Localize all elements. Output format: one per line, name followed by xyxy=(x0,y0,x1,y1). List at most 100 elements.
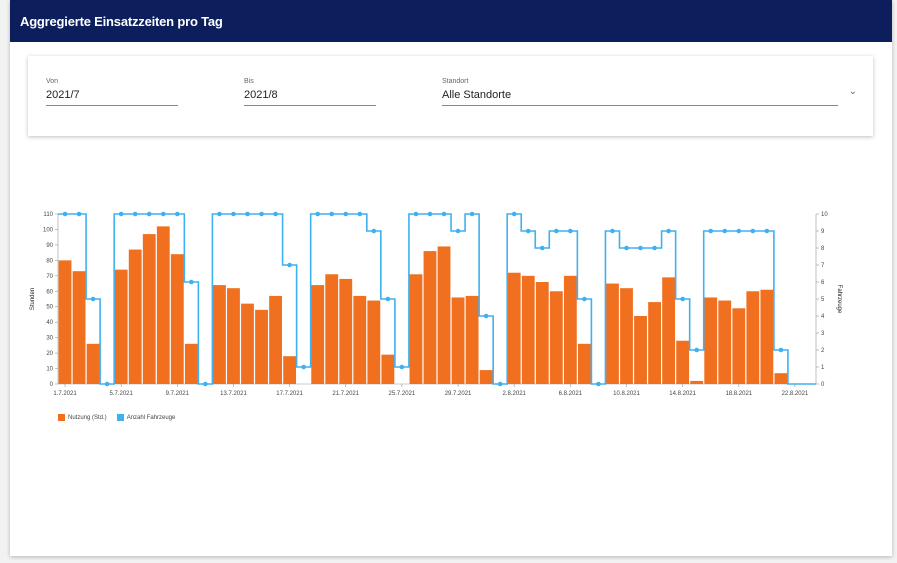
y-right-axis-title: Fahrzeuge xyxy=(836,285,842,314)
bar-usage xyxy=(690,380,704,384)
x-tick-label: 25.7.2021 xyxy=(389,391,416,397)
point-vehicles xyxy=(652,245,657,251)
point-vehicles xyxy=(638,245,643,251)
y-right-tick-label: 0 xyxy=(821,382,825,388)
y-right-tick-label: 5 xyxy=(821,297,825,303)
point-vehicles xyxy=(413,211,419,217)
bar-usage xyxy=(367,300,381,384)
y-right-tick-label: 6 xyxy=(821,280,825,286)
point-vehicles xyxy=(427,211,433,217)
y-left-tick-label: 20 xyxy=(46,351,53,357)
point-vehicles xyxy=(666,228,671,234)
x-tick-label: 6.8.2021 xyxy=(559,391,583,397)
bar-usage xyxy=(423,251,437,384)
y-right-tick-label: 9 xyxy=(821,229,825,235)
x-tick-label: 14.8.2021 xyxy=(669,391,696,397)
point-vehicles xyxy=(497,381,503,387)
point-vehicles xyxy=(778,347,784,353)
bar-usage xyxy=(255,309,268,384)
x-tick-label: 21.7.2021 xyxy=(332,391,359,397)
bar-usage xyxy=(662,277,676,384)
bar-usage xyxy=(535,282,549,384)
point-vehicles xyxy=(160,211,166,217)
legend-label-usage: Nutzung (Std.) xyxy=(68,414,107,421)
point-vehicles xyxy=(554,228,559,234)
y-left-axis-title: Stunden xyxy=(30,288,36,310)
y-right-tick-label: 8 xyxy=(821,246,825,252)
y-right-tick-label: 2 xyxy=(821,348,825,354)
point-vehicles xyxy=(76,211,82,217)
y-right-tick-label: 7 xyxy=(821,263,825,269)
y-left-tick-label: 50 xyxy=(46,305,53,311)
x-tick-label: 2.8.2021 xyxy=(503,391,527,397)
bar-usage xyxy=(437,246,451,384)
bar-usage xyxy=(774,373,788,384)
y-left-tick-label: 80 xyxy=(46,258,53,264)
point-vehicles xyxy=(62,211,68,217)
point-vehicles xyxy=(624,245,629,251)
bar-usage xyxy=(325,274,339,384)
y-left-tick-label: 10 xyxy=(46,367,53,373)
legend-label-vehicles: Anzahl Fahrzeuge xyxy=(126,414,176,421)
usage-chart: 0 10 20 30 40 50 60 70 80 90 100 110 0 1 2 3 4 5 6 7 8 9 10 Stu… xyxy=(30,211,842,397)
bar-usage xyxy=(521,275,535,384)
bar-usage xyxy=(704,297,718,384)
y-right-tick-label: 3 xyxy=(821,331,825,337)
point-vehicles xyxy=(385,296,391,302)
bar-usage xyxy=(128,249,142,384)
point-vehicles xyxy=(175,211,180,217)
x-tick-label: 10.8.2021 xyxy=(613,391,640,397)
bar-usage xyxy=(746,291,760,384)
point-vehicles xyxy=(146,211,152,217)
bar-usage xyxy=(283,356,297,384)
bar-usage xyxy=(156,226,170,384)
point-vehicles xyxy=(287,262,292,268)
bar-usage xyxy=(114,269,128,384)
bar-usage xyxy=(170,254,184,384)
point-vehicles xyxy=(90,296,96,302)
legend-item-usage[interactable]: Nutzung (Std.) xyxy=(58,414,107,421)
point-vehicles xyxy=(455,228,461,234)
point-vehicles xyxy=(301,364,306,370)
bar-usage xyxy=(72,271,86,384)
y-right-tick-label: 1 xyxy=(821,365,825,371)
point-vehicles xyxy=(315,211,320,217)
bar-usage xyxy=(479,370,493,384)
x-tick-label: 5.7.2021 xyxy=(109,391,133,397)
point-vehicles xyxy=(680,296,685,302)
bar-usage xyxy=(620,288,633,384)
x-tick-label: 1.7.2021 xyxy=(53,391,77,397)
point-vehicles xyxy=(203,381,208,387)
point-vehicles xyxy=(273,211,278,217)
point-vehicles xyxy=(399,364,405,370)
bar-usage xyxy=(732,308,746,384)
point-vehicles xyxy=(189,279,194,285)
legend-swatch-usage xyxy=(58,414,65,421)
point-vehicles xyxy=(132,211,138,217)
legend-item-vehicles[interactable]: Anzahl Fahrzeuge xyxy=(116,414,176,421)
bar-usage xyxy=(184,343,198,384)
y-right-tick-label: 4 xyxy=(821,314,825,320)
point-vehicles xyxy=(469,211,475,217)
bar-usage xyxy=(311,285,325,384)
point-vehicles xyxy=(568,228,573,234)
point-vehicles xyxy=(245,211,250,217)
point-vehicles xyxy=(694,347,699,353)
bar-usage xyxy=(142,234,156,384)
point-vehicles xyxy=(736,228,742,234)
point-vehicles xyxy=(329,211,335,217)
bar-usage xyxy=(507,272,521,384)
bar-usage xyxy=(549,291,563,384)
bar-usage xyxy=(606,283,619,384)
point-vehicles xyxy=(525,228,531,234)
x-tick-label: 29.7.2021 xyxy=(445,391,472,397)
x-tick-label: 17.7.2021 xyxy=(276,391,303,397)
y-left-tick-label: 110 xyxy=(43,212,53,218)
point-vehicles xyxy=(750,228,756,234)
x-tick-label: 18.8.2021 xyxy=(725,391,752,397)
point-vehicles xyxy=(104,381,110,387)
bar-usage xyxy=(58,260,72,384)
point-vehicles xyxy=(483,313,489,319)
point-vehicles xyxy=(217,211,222,217)
bar-usage xyxy=(227,288,240,384)
